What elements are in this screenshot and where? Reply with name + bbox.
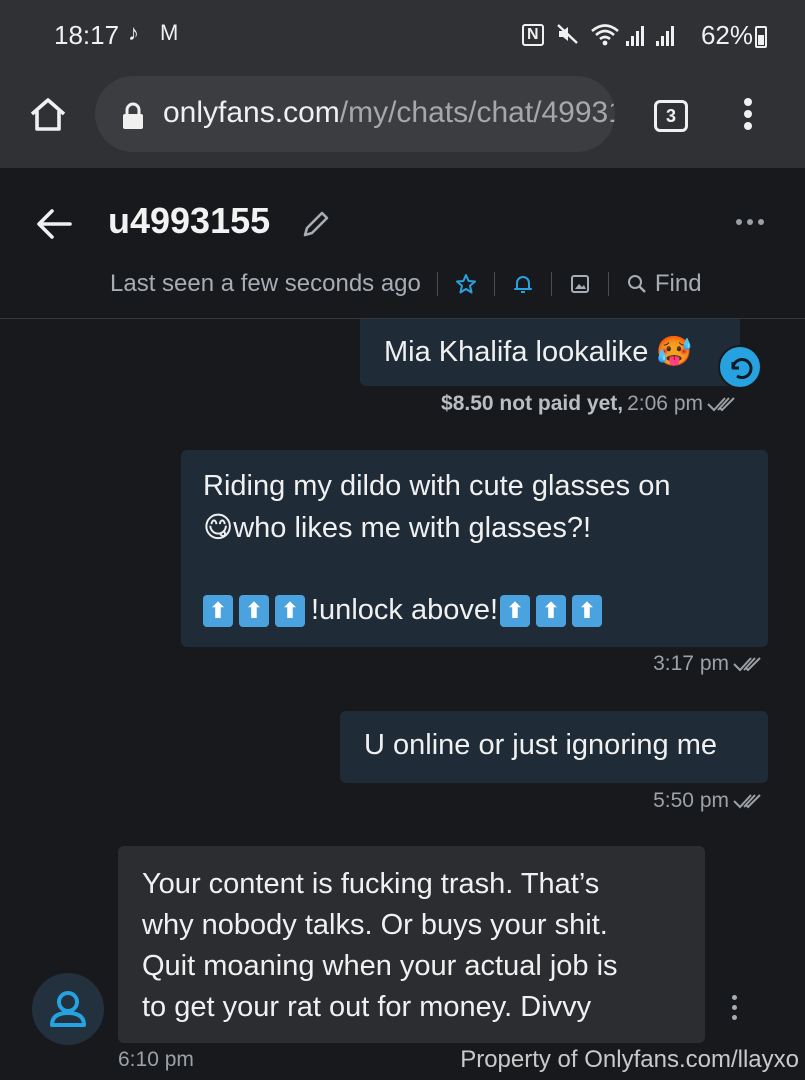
last-seen-status: Last seen a few seconds ago [110, 270, 421, 297]
divider [607, 272, 609, 296]
watermark: Property of Onlyfans.com/llayxo [460, 1046, 799, 1073]
price-status: $8.50 not paid yet, [441, 392, 624, 415]
up-arrow-emoji: ⬆ [500, 595, 531, 628]
message-meta: 3:17 pm [653, 652, 767, 676]
star-icon[interactable] [454, 272, 478, 296]
message-time: 5:50 pm [653, 789, 729, 812]
signal-icon [656, 26, 674, 46]
url-text: onlyfans.com/my/chats/chat/4993155/ [163, 96, 615, 130]
bell-icon[interactable] [511, 272, 535, 296]
up-arrow-emoji: ⬆ [536, 595, 567, 628]
message-text: Mia Khalifa lookalike [384, 336, 649, 368]
message-meta: 6:10 pm [118, 1048, 194, 1072]
double-check-icon [733, 794, 761, 809]
message-list[interactable]: Mia Khalifa lookalike 🥵 $8.50 not paid y… [0, 319, 805, 1080]
mute-icon [557, 24, 578, 44]
signal-icon [626, 26, 644, 46]
yum-emoji: 😋 [203, 510, 234, 544]
message-line: 😋who likes me with glasses?! [203, 507, 746, 549]
search-icon[interactable] [625, 272, 649, 296]
divider [493, 272, 495, 296]
up-arrow-emoji: ⬆ [239, 595, 269, 628]
url-domain: onlyfans.com [163, 96, 340, 129]
up-arrow-emoji: ⬆ [275, 595, 305, 628]
message-line: Riding my dildo with cute glasses on [203, 470, 671, 502]
undo-icon[interactable] [718, 345, 762, 389]
message-time: 2:06 pm [627, 392, 703, 415]
message-line: Quit moaning when your actual job is [142, 950, 618, 982]
status-time: 18:17 [54, 20, 120, 50]
media-gallery-icon[interactable] [568, 272, 592, 296]
incoming-message[interactable]: Your content is fucking trash. That’s wh… [118, 846, 705, 1043]
message-line: Your content is fucking trash. That’s [142, 868, 600, 900]
address-bar[interactable]: onlyfans.com/my/chats/chat/4993155/ [95, 76, 615, 152]
find-button[interactable]: Find [655, 270, 702, 298]
up-arrow-emoji: ⬆ [572, 595, 603, 628]
url-path: /my/chats/chat/4993155/ [339, 96, 615, 129]
tiktok-icon: ♪ [128, 20, 139, 45]
message-time: 3:17 pm [653, 652, 729, 675]
nfc-icon: N [522, 24, 544, 46]
divider [550, 272, 552, 296]
chat-header: u4993155 Last seen a few seconds ago Fin… [0, 168, 805, 319]
lock-icon [123, 102, 143, 129]
up-arrow-emoji: ⬆ [203, 595, 233, 628]
avatar[interactable] [32, 973, 104, 1045]
message-meta: 5:50 pm [653, 789, 767, 813]
divider [436, 272, 438, 296]
double-check-icon [733, 657, 761, 672]
message-text: who likes me with glasses?! [233, 512, 592, 544]
wifi-icon [591, 24, 619, 46]
message-line: to get your rat out for money. Divvy [142, 991, 592, 1023]
chat-subbar: Last seen a few seconds ago Find [110, 266, 702, 302]
hot-face-emoji: 🥵 [656, 334, 693, 368]
back-arrow-icon[interactable] [34, 204, 74, 244]
message-text: U online or just ignoring me [364, 729, 718, 761]
browser-toolbar: onlyfans.com/my/chats/chat/4993155/ 3 [0, 70, 805, 169]
battery-icon [755, 26, 767, 48]
status-bar: 18:17 ♪ M N 62% [0, 0, 805, 70]
unlock-text: !unlock above! [311, 594, 499, 626]
outgoing-message[interactable]: Mia Khalifa lookalike 🥵 [360, 319, 740, 386]
tab-switcher-button[interactable]: 3 [654, 100, 688, 132]
pencil-icon[interactable] [300, 208, 332, 240]
message-options-icon[interactable] [728, 995, 740, 1025]
message-line: why nobody talks. Or buys your shit. [142, 909, 608, 941]
message-time: 6:10 pm [118, 1048, 194, 1071]
more-options-icon[interactable] [736, 212, 776, 232]
message-meta: $8.50 not paid yet, 2:06 pm [441, 392, 741, 416]
chat-username: u4993155 [108, 200, 271, 241]
home-icon[interactable] [26, 92, 70, 136]
gmail-icon: M [160, 20, 179, 45]
outgoing-message[interactable]: U online or just ignoring me [340, 711, 768, 783]
user-icon [50, 991, 86, 1027]
browser-menu-icon[interactable] [738, 96, 758, 136]
outgoing-message[interactable]: Riding my dildo with cute glasses on 😋wh… [181, 450, 768, 647]
double-check-icon [707, 397, 735, 412]
battery-level: 62% [700, 20, 753, 50]
unlock-line: ⬆ ⬆ ⬆ !unlock above! ⬆ ⬆ ⬆ [203, 590, 746, 631]
